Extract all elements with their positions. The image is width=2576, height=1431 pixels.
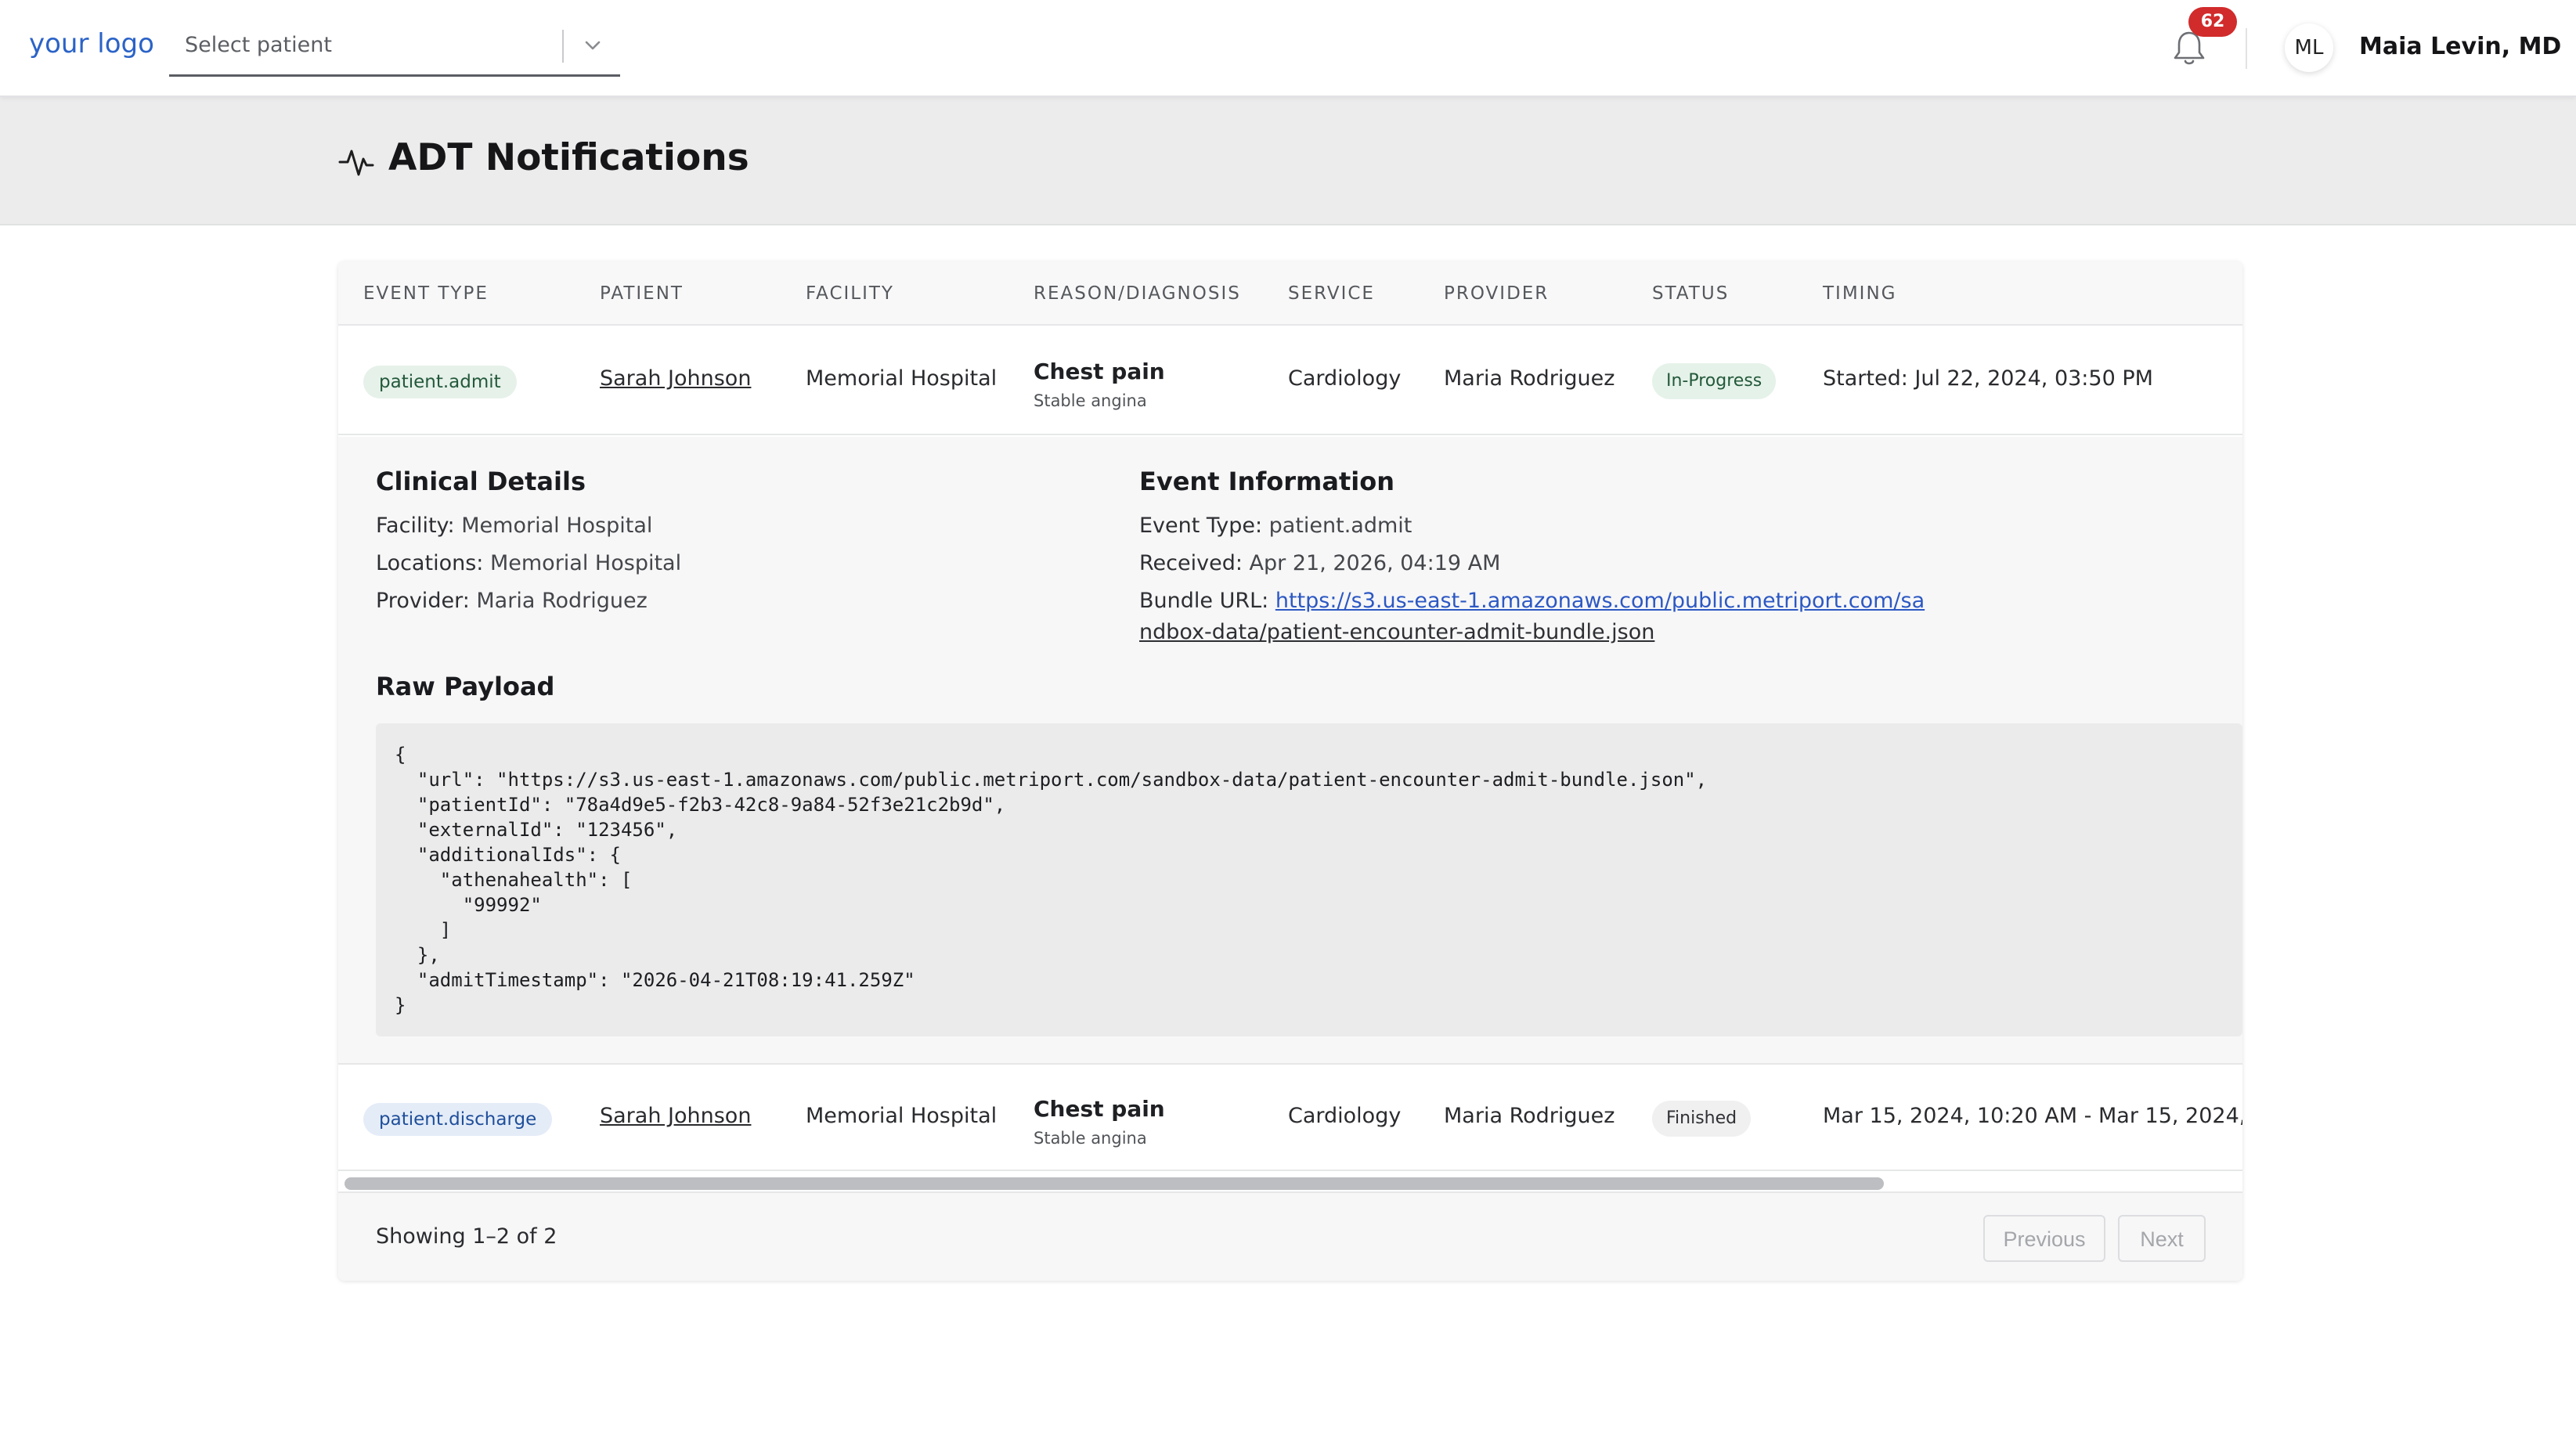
top-navigation-bar: your logo Select patient 62 ML Maia Levi… [0, 0, 2576, 97]
column-header-service: SERVICE [1288, 283, 1375, 304]
activity-icon [338, 150, 374, 176]
table-row[interactable]: patient.admit Sarah Johnson Memorial Hos… [338, 327, 2242, 435]
expanded-row-details: Clinical Details Facility: Memorial Hosp… [338, 437, 2242, 1063]
detail-event-type: Event Type: patient.admit [1139, 514, 1412, 538]
raw-payload-block: { "url": "https://s3.us-east-1.amazonaws… [376, 723, 2242, 1036]
patient-select-placeholder: Select patient [185, 33, 332, 57]
event-type-chip: patient.admit [363, 366, 517, 398]
provider-cell: Maria Rodriguez [1444, 366, 1615, 391]
column-header-provider: PROVIDER [1444, 283, 1550, 304]
detail-value: Memorial Hospital [461, 514, 653, 538]
facility-cell: Memorial Hospital [806, 1104, 998, 1128]
timing-cell: Started: Jul 22, 2024, 03:50 PM [1823, 366, 2153, 391]
reason-cell: Chest pain [1034, 1096, 1165, 1122]
page-header [0, 97, 2576, 225]
detail-value: Maria Rodriguez [476, 589, 648, 613]
select-separator [562, 30, 564, 63]
detail-received: Received: Apr 21, 2026, 04:19 AM [1139, 551, 1500, 575]
diagnosis-cell: Stable angina [1034, 391, 1147, 410]
column-header-facility: FACILITY [806, 283, 894, 304]
service-cell: Cardiology [1288, 366, 1402, 391]
clinical-details-title: Clinical Details [376, 467, 586, 496]
diagnosis-cell: Stable angina [1034, 1129, 1147, 1148]
detail-label: Locations: [376, 551, 484, 575]
column-header-reason: REASON/DIAGNOSIS [1034, 283, 1241, 304]
chevron-down-icon[interactable] [580, 33, 605, 58]
previous-button[interactable]: Previous [1983, 1215, 2105, 1262]
detail-value: Apr 21, 2026, 04:19 AM [1249, 551, 1501, 575]
table-footer: Showing 1–2 of 2 Previous Next [338, 1191, 2242, 1281]
column-header-patient: PATIENT [600, 283, 684, 304]
raw-payload-code: { "url": "https://s3.us-east-1.amazonaws… [395, 744, 1708, 1016]
horizontal-scrollbar[interactable] [338, 1171, 2242, 1191]
column-header-status: STATUS [1652, 283, 1730, 304]
column-header-timing: TIMING [1823, 283, 1897, 304]
scrollbar-thumb[interactable] [345, 1177, 1884, 1190]
status-badge: Finished [1652, 1101, 1752, 1137]
page-title: ADT Notifications [388, 136, 749, 179]
table-header: EVENT TYPE PATIENT FACILITY REASON/DIAGN… [338, 261, 2242, 326]
facility-cell: Memorial Hospital [806, 366, 998, 391]
table-row[interactable]: patient.discharge Sarah Johnson Memorial… [338, 1063, 2242, 1171]
user-name[interactable]: Maia Levin, MD [2359, 33, 2561, 60]
detail-label: Bundle URL: [1139, 589, 1269, 613]
detail-facility: Facility: Memorial Hospital [376, 514, 652, 538]
detail-value: Memorial Hospital [489, 551, 682, 575]
reason-cell: Chest pain [1034, 359, 1165, 384]
detail-label: Provider: [376, 589, 470, 613]
event-type-chip: patient.discharge [363, 1103, 553, 1136]
patient-link[interactable]: Sarah Johnson [600, 366, 751, 391]
detail-bundle-url: Bundle URL: https://s3.us-east-1.amazona… [1139, 589, 1925, 613]
provider-cell: Maria Rodriguez [1444, 1104, 1615, 1128]
app-logo[interactable]: your logo [29, 28, 154, 59]
detail-label: Facility: [376, 514, 455, 538]
next-button[interactable]: Next [2118, 1215, 2206, 1262]
detail-label: Event Type: [1139, 514, 1263, 538]
detail-locations: Locations: Memorial Hospital [376, 551, 681, 575]
notifications-table-card: EVENT TYPE PATIENT FACILITY REASON/DIAGN… [338, 261, 2242, 1281]
service-cell: Cardiology [1288, 1104, 1402, 1128]
detail-label: Received: [1139, 551, 1243, 575]
notification-count-badge: 62 [2188, 7, 2237, 37]
raw-payload-title: Raw Payload [376, 672, 555, 701]
event-information-title: Event Information [1139, 467, 1394, 496]
bundle-url-link-continued[interactable]: ndbox-data/patient-encounter-admit-bundl… [1139, 620, 1654, 644]
status-badge: In-Progress [1652, 363, 1777, 399]
detail-provider: Provider: Maria Rodriguez [376, 589, 648, 613]
pagination-summary: Showing 1–2 of 2 [376, 1224, 557, 1249]
timing-cell: Mar 15, 2024, 10:20 AM - Mar 15, 2024, 1… [1823, 1104, 2242, 1128]
detail-value: patient.admit [1268, 514, 1412, 538]
header-divider [2246, 28, 2247, 69]
user-avatar[interactable]: ML [2285, 23, 2333, 72]
bundle-url-link[interactable]: https://s3.us-east-1.amazonaws.com/publi… [1275, 589, 1925, 613]
column-header-event-type: EVENT TYPE [363, 283, 489, 304]
patient-select[interactable]: Select patient [169, 22, 620, 77]
patient-link[interactable]: Sarah Johnson [600, 1104, 751, 1128]
